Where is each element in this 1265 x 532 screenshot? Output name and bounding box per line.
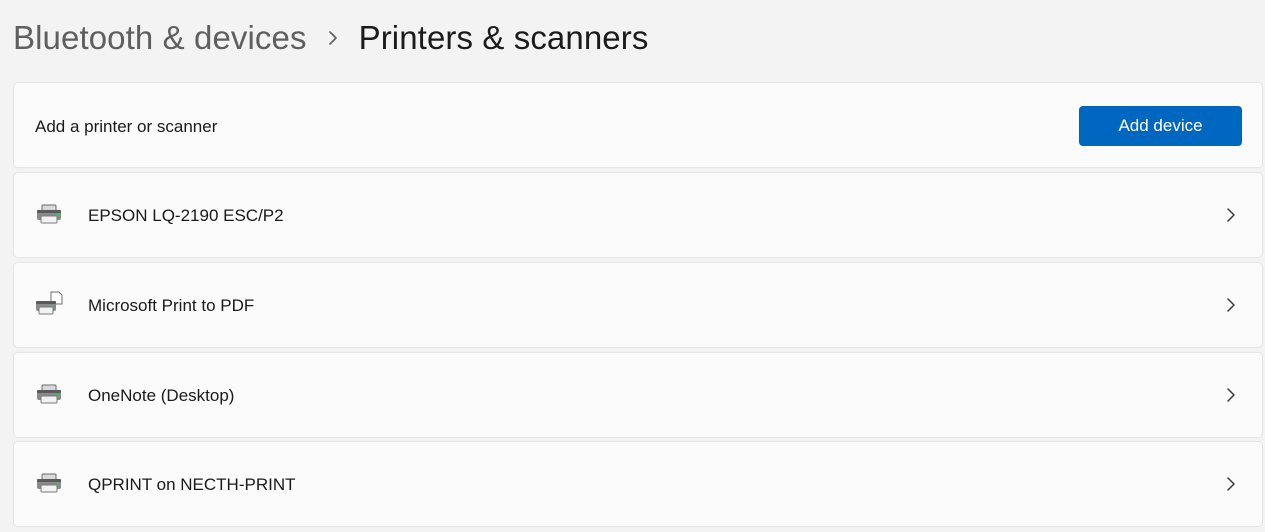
breadcrumb-parent-link[interactable]: Bluetooth & devices [13,19,307,57]
device-row-qprint[interactable]: QPRINT on NECTH-PRINT [13,441,1263,527]
add-device-button[interactable]: Add device [1079,106,1242,146]
device-row-epson[interactable]: EPSON LQ-2190 ESC/P2 [13,172,1263,258]
chevron-right-icon [307,14,359,62]
add-printer-card: Add a printer or scanner Add device [13,82,1263,168]
device-name: EPSON LQ-2190 ESC/P2 [88,206,284,225]
add-printer-label: Add a printer or scanner [35,117,218,136]
chevron-right-icon [1223,297,1239,313]
page-title: Printers & scanners [358,19,649,56]
device-name: QPRINT on NECTH-PRINT [88,475,296,494]
printer-icon [34,379,64,409]
printer-icon [34,468,64,498]
device-name: OneNote (Desktop) [88,386,235,405]
breadcrumb: Bluetooth & devices Printers & scanners [13,14,648,62]
settings-page: Bluetooth & devices Printers & scanners … [0,0,1265,532]
device-row-onenote[interactable]: OneNote (Desktop) [13,352,1263,438]
chevron-right-icon [1223,476,1239,492]
pdf-printer-icon [34,289,64,319]
chevron-right-icon [1223,207,1239,223]
device-name: Microsoft Print to PDF [88,296,255,315]
chevron-right-icon [1223,387,1239,403]
device-row-microsoft-print-to-pdf[interactable]: Microsoft Print to PDF [13,262,1263,348]
printer-icon [34,199,64,229]
